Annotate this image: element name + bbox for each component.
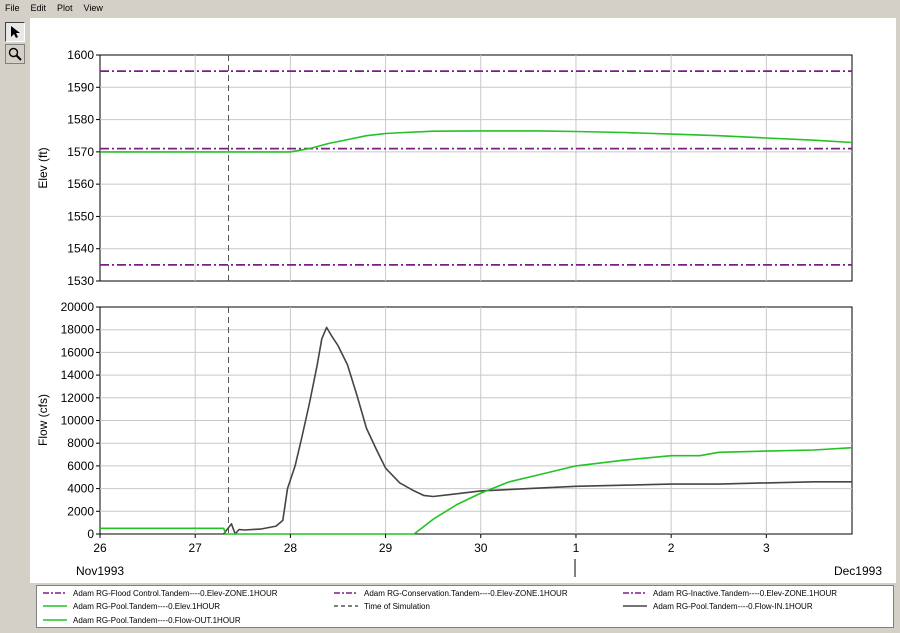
x-axis-right-date: Dec1993 xyxy=(834,564,882,578)
y-tick-label: 12000 xyxy=(61,391,95,405)
flow-panel[interactable]: 0 2000 4000 6000 8000 10000 12000 14000 16000 180… xyxy=(36,300,853,541)
legend-swatch xyxy=(623,592,647,594)
y-tick-label: 0 xyxy=(87,527,94,541)
legend-item[interactable]: Adam RG-Conservation.Tandem----0.Elev-ZO… xyxy=(334,587,568,599)
legend-item[interactable]: Adam RG-Pool.Tandem----0.Flow-OUT.1HOUR xyxy=(43,614,241,626)
menu-bar: File Edit Plot View xyxy=(0,0,900,17)
legend-label: Adam RG-Conservation.Tandem----0.Elev-ZO… xyxy=(364,588,568,598)
y-tick-label: 8000 xyxy=(67,436,94,450)
menu-file[interactable]: File xyxy=(0,0,26,17)
legend-item[interactable]: Adam RG-Pool.Tandem----0.Elev.1HOUR xyxy=(43,600,220,612)
y-tick-label: 1600 xyxy=(67,48,94,62)
y-tick-label: 18000 xyxy=(61,323,95,337)
x-tick-label: 3 xyxy=(763,541,770,555)
menu-plot[interactable]: Plot xyxy=(52,0,79,17)
flow-y-ticks: 0 2000 4000 6000 8000 10000 12000 14000 16000 180… xyxy=(61,300,100,541)
legend-swatch xyxy=(43,619,67,621)
y-tick-label: 2000 xyxy=(67,504,94,518)
y-tick-label: 4000 xyxy=(67,482,94,496)
x-tick-label: 1 xyxy=(573,541,580,555)
plot-area: 1530 1540 1550 1560 1570 1580 1590 1600 Elev (f… xyxy=(30,18,896,583)
x-tick-label: 28 xyxy=(284,541,298,555)
y-tick-label: 10000 xyxy=(61,414,95,428)
y-tick-label: 1580 xyxy=(67,113,94,127)
legend: Adam RG-Flood Control.Tandem----0.Elev-Z… xyxy=(36,585,894,628)
y-tick-label: 1570 xyxy=(67,145,94,159)
legend-label: Adam RG-Flood Control.Tandem----0.Elev-Z… xyxy=(73,588,278,598)
x-axis-ticks: 26 27 28 29 30 1 2 3 xyxy=(93,534,770,555)
y-tick-label: 6000 xyxy=(67,459,94,473)
legend-item[interactable]: Adam RG-Pool.Tandem----0.Flow-IN.1HOUR xyxy=(623,600,813,612)
pointer-tool-button[interactable] xyxy=(5,22,25,42)
legend-label: Adam RG-Inactive.Tandem----0.Elev-ZONE.1… xyxy=(653,588,838,598)
legend-label: Time of Simulation xyxy=(364,601,430,611)
y-tick-label: 14000 xyxy=(61,368,95,382)
legend-label: Adam RG-Pool.Tandem----0.Elev.1HOUR xyxy=(73,601,221,611)
y-tick-label: 20000 xyxy=(61,300,95,314)
plot-toolbar xyxy=(5,22,27,66)
y-tick-label: 1550 xyxy=(67,209,94,223)
legend-swatch xyxy=(334,592,358,594)
legend-label: Adam RG-Pool.Tandem----0.Flow-OUT.1HOUR xyxy=(73,615,241,625)
legend-item[interactable]: Time of Simulation xyxy=(334,600,430,612)
legend-swatch xyxy=(334,605,358,607)
y-tick-label: 1530 xyxy=(67,274,94,288)
legend-swatch xyxy=(623,605,647,607)
elev-y-ticks: 1530 1540 1550 1560 1570 1580 1590 1600 xyxy=(67,48,100,288)
elev-y-axis-label: Elev (ft) xyxy=(36,147,50,188)
legend-label: Adam RG-Pool.Tandem----0.Flow-IN.1HOUR xyxy=(653,601,813,611)
x-tick-label: 27 xyxy=(189,541,203,555)
menu-view[interactable]: View xyxy=(79,0,109,17)
pointer-icon xyxy=(11,26,20,38)
legend-item[interactable]: Adam RG-Flood Control.Tandem----0.Elev-Z… xyxy=(43,587,278,599)
x-tick-label: 26 xyxy=(93,541,107,555)
x-tick-label: 29 xyxy=(379,541,393,555)
y-tick-label: 1540 xyxy=(67,242,94,256)
zoom-tool-button[interactable] xyxy=(5,44,25,64)
y-tick-label: 1590 xyxy=(67,80,94,94)
y-tick-label: 16000 xyxy=(61,345,95,359)
zoom-icon xyxy=(8,47,22,61)
menu-edit[interactable]: Edit xyxy=(26,0,53,17)
flow-y-axis-label: Flow (cfs) xyxy=(36,394,50,446)
x-axis-left-date: Nov1993 xyxy=(76,564,124,578)
x-tick-label: 2 xyxy=(668,541,675,555)
elev-panel-frame xyxy=(99,54,853,282)
legend-swatch xyxy=(43,605,67,607)
y-tick-label: 1560 xyxy=(67,177,94,191)
x-tick-label: 30 xyxy=(474,541,488,555)
legend-swatch xyxy=(43,592,67,594)
legend-item[interactable]: Adam RG-Inactive.Tandem----0.Elev-ZONE.1… xyxy=(623,587,837,599)
elev-panel[interactable]: 1530 1540 1550 1560 1570 1580 1590 1600 Elev (f… xyxy=(36,48,853,288)
plot-svg: 1530 1540 1550 1560 1570 1580 1590 1600 Elev (f… xyxy=(36,48,882,578)
